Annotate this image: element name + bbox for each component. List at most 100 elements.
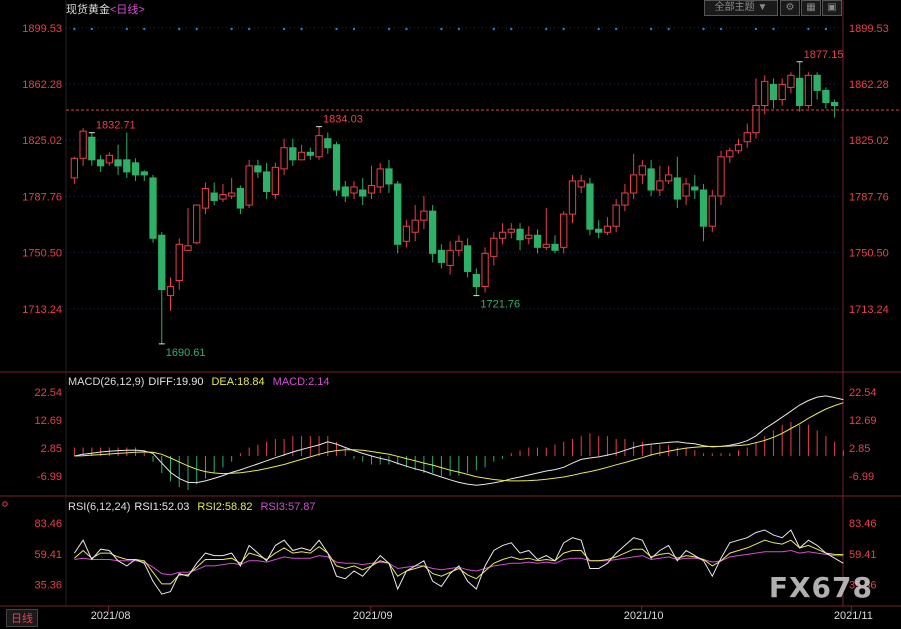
- candle-body: [376, 168, 384, 188]
- candle-body: [254, 165, 262, 173]
- x-tick-label: 2021/10: [624, 610, 664, 622]
- candle-body: [603, 225, 612, 233]
- candle-body: [158, 234, 166, 291]
- candle-body: [201, 187, 210, 209]
- signal-dot: [282, 27, 286, 31]
- price-tick-label-right: 1750.50: [849, 248, 889, 260]
- rsi-tick-label-left: 59.41: [34, 549, 62, 561]
- candle-body: [332, 144, 341, 191]
- symbol-name: 现货黄金: [66, 4, 110, 16]
- candle-body: [219, 194, 227, 200]
- candle-body: [297, 151, 306, 161]
- signal-dot: [754, 27, 758, 31]
- candle-body: [437, 249, 446, 263]
- price-tick-label-right: 1713.24: [849, 304, 889, 316]
- candle-body: [105, 154, 113, 164]
- macd-tick-label-left: 22.54: [34, 387, 62, 399]
- candle-body: [769, 83, 778, 100]
- candle-body: [568, 180, 577, 215]
- macd-tick-label-left: -6.99: [37, 471, 62, 483]
- candle-body: [533, 234, 542, 248]
- signal-dot: [562, 27, 565, 31]
- candle-body: [796, 77, 804, 107]
- candle-body: [114, 159, 122, 167]
- rsi-legend-rsi1: RSI1:52.03: [134, 501, 189, 513]
- candle-body: [638, 165, 647, 176]
- candle-body: [140, 171, 148, 176]
- candle-body: [656, 180, 664, 191]
- candle-body: [498, 231, 507, 239]
- macd-tick-label-right: 12.69: [849, 415, 877, 427]
- candle-body: [341, 186, 349, 197]
- signal-dot: [545, 27, 548, 31]
- signal-dot: [649, 27, 653, 31]
- annotation-label-high: 1834.03: [323, 114, 363, 126]
- theme-selector[interactable]: 全部主题 ▼: [704, 0, 778, 16]
- rsi-tick-label-right: 59.41: [849, 549, 877, 561]
- signal-dot: [457, 27, 461, 31]
- rsi-tick-label-left: 35.36: [34, 580, 62, 592]
- candle-body: [184, 245, 192, 251]
- signal-dot: [125, 27, 129, 31]
- price-tick-label-left: 1862.28: [22, 79, 62, 91]
- chart-svg: 1899.53 1899.53 1862.28 1862.28 1825.02 1825.…: [0, 0, 901, 622]
- macd-legend-dea: DEA:18.84: [211, 376, 264, 388]
- candle-body: [472, 273, 480, 288]
- candle-body: [70, 157, 79, 179]
- tool-button-2[interactable]: ▦: [801, 0, 821, 16]
- signal-dot: [90, 27, 94, 31]
- rsi-title: RSI(6,12,24): [68, 501, 130, 513]
- candle-body: [490, 237, 498, 257]
- signal-dot: [335, 27, 338, 31]
- signal-dot: [597, 27, 600, 31]
- price-tick-label-right: 1862.28: [849, 79, 889, 91]
- annotation-label-low: 1721.76: [480, 299, 520, 311]
- signal-dot: [300, 27, 303, 31]
- period-label[interactable]: <日线>: [110, 4, 145, 16]
- candle-body: [595, 228, 603, 233]
- rsi-tick-label-left: 83.46: [34, 518, 62, 530]
- candle-body: [271, 166, 280, 196]
- candle-body: [79, 130, 87, 159]
- candle-body: [367, 184, 376, 194]
- x-tick-label: 2021/11: [834, 610, 873, 622]
- candle-body: [691, 186, 699, 191]
- tool-button-1[interactable]: ⚙: [780, 0, 800, 16]
- candle-body: [315, 135, 323, 158]
- candle-body: [175, 243, 183, 282]
- candle-body: [262, 171, 271, 193]
- candle-body: [560, 213, 568, 248]
- candle-body: [743, 132, 751, 143]
- signal-dot: [143, 27, 146, 31]
- layout-icon: ▦: [806, 2, 816, 13]
- signal-dot: [510, 27, 513, 31]
- rsi-tick-label-right: 83.46: [849, 518, 877, 530]
- candle-body: [463, 245, 472, 272]
- annotation-label-low: 1690.61: [166, 347, 206, 359]
- rsi1-line: [73, 529, 844, 595]
- chevron-down-icon: ▼: [757, 2, 768, 13]
- candle-body: [507, 228, 515, 233]
- signal-dot: [178, 27, 181, 31]
- period-tab[interactable]: 日线: [6, 609, 38, 627]
- candle-body: [664, 174, 673, 182]
- signal-dot: [667, 27, 670, 31]
- candle-body: [804, 74, 813, 107]
- candle-body: [123, 159, 131, 173]
- x-tick-label: 2021/09: [353, 610, 393, 622]
- tool-button-3[interactable]: ▣: [822, 0, 842, 16]
- candle-body: [682, 183, 690, 197]
- signal-dot: [230, 27, 233, 31]
- expand-icon: ▣: [827, 2, 837, 13]
- candle-body: [629, 174, 638, 194]
- candle-body: [699, 189, 708, 227]
- candle-body: [708, 195, 716, 227]
- candle-body: [813, 74, 821, 91]
- signal-dot: [73, 27, 76, 31]
- signal-dot: [387, 27, 391, 31]
- candle-body: [778, 83, 786, 100]
- candle-body: [88, 136, 96, 161]
- macd-tick-label-right: 2.85: [849, 443, 870, 455]
- candle-body: [166, 286, 175, 297]
- price-tick-label-left: 1825.02: [22, 135, 62, 147]
